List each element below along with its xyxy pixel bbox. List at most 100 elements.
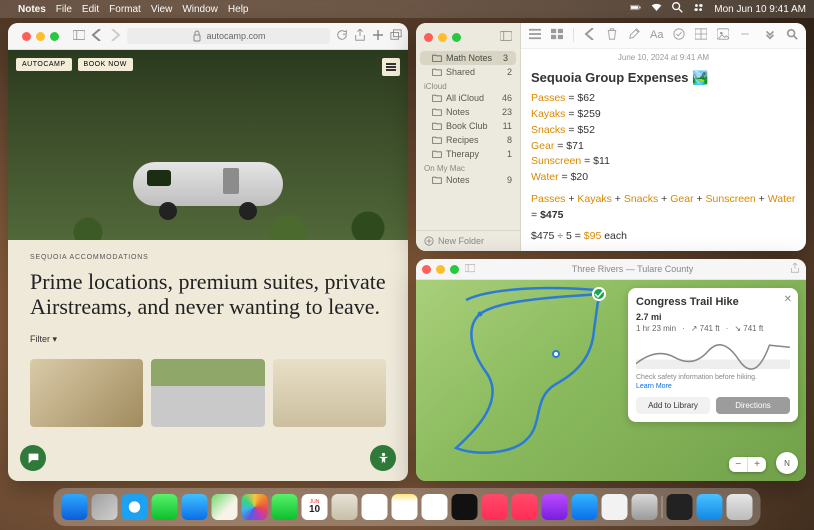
back-icon[interactable] [584, 28, 596, 43]
thumbnail-card[interactable] [151, 359, 264, 427]
menu-window[interactable]: Window [182, 4, 218, 15]
dock-podcasts-icon[interactable] [542, 494, 568, 520]
sidebar-toggle-icon[interactable] [73, 29, 85, 44]
dock-iphone-mirror-icon[interactable] [667, 494, 693, 520]
sidebar-folder[interactable]: All iCloud46 [416, 91, 520, 105]
zoom-in-button[interactable]: + [748, 457, 766, 472]
zoom-out-button[interactable]: − [729, 457, 748, 472]
sidebar-folder[interactable]: Book Club11 [416, 119, 520, 133]
close-button[interactable] [424, 33, 433, 42]
filter-button[interactable]: Filter ▾ [30, 334, 386, 345]
sidebar-folder[interactable]: Recipes8 [416, 133, 520, 147]
dock-reminders-icon[interactable] [362, 494, 388, 520]
hamburger-menu-button[interactable] [382, 58, 400, 76]
dock-trash-icon[interactable] [727, 494, 753, 520]
dock-finder-icon[interactable] [62, 494, 88, 520]
forward-icon[interactable] [109, 29, 121, 44]
new-folder-label: New Folder [438, 236, 484, 246]
accommodation-thumbnails [8, 353, 408, 441]
dock-photos-icon[interactable] [242, 494, 268, 520]
minimize-button[interactable] [36, 32, 45, 41]
table-icon[interactable] [695, 28, 707, 43]
dock-maps-icon[interactable] [212, 494, 238, 520]
thumbnail-card[interactable] [30, 359, 143, 427]
compose-icon[interactable] [628, 28, 640, 43]
dock-mail-icon[interactable] [182, 494, 208, 520]
zoom-button[interactable] [50, 32, 59, 41]
maps-share-icon[interactable] [790, 263, 800, 275]
reload-icon[interactable] [336, 29, 348, 44]
close-button[interactable] [22, 32, 31, 41]
link-icon[interactable] [739, 28, 751, 43]
chat-fab[interactable] [20, 445, 46, 471]
control-center-icon[interactable] [693, 2, 704, 16]
dock-facetime-icon[interactable] [272, 494, 298, 520]
directions-button[interactable]: Directions [716, 397, 790, 414]
trail-info-card: ✕ Congress Trail Hike 2.7 mi 1 hr 23 min… [628, 288, 798, 422]
sidebar-group-label: On My Mac [416, 161, 520, 173]
learn-more-link[interactable]: Learn More [636, 383, 672, 390]
menubar-clock[interactable]: Mon Jun 10 9:41 AM [714, 4, 806, 15]
sidebar-toggle-icon[interactable] [465, 263, 475, 275]
close-icon[interactable]: ✕ [784, 294, 792, 305]
sidebar-folder[interactable]: Shared2 [416, 65, 520, 79]
add-to-library-button[interactable]: Add to Library [636, 397, 710, 414]
sidebar-folder[interactable]: Therapy1 [416, 147, 520, 161]
dock-safari-icon[interactable] [122, 494, 148, 520]
gallery-view-icon[interactable] [551, 28, 563, 43]
menubar-app[interactable]: Notes [18, 4, 46, 15]
map-canvas[interactable]: ✕ Congress Trail Hike 2.7 mi 1 hr 23 min… [416, 280, 806, 481]
dock-notes-icon[interactable] [392, 494, 418, 520]
share-icon[interactable] [354, 29, 366, 44]
dock-contacts-icon[interactable] [332, 494, 358, 520]
sidebar-toggle-icon[interactable] [500, 30, 512, 44]
wifi-icon[interactable] [651, 2, 662, 16]
sidebar-folder[interactable]: Math Notes3 [420, 51, 516, 65]
dock-calendar-icon[interactable]: JUN10 [302, 494, 328, 520]
media-icon[interactable] [717, 28, 729, 43]
address-bar[interactable]: autocamp.com [127, 28, 330, 44]
zoom-button[interactable] [452, 33, 461, 42]
dock-downloads-icon[interactable] [697, 494, 723, 520]
menu-help[interactable]: Help [228, 4, 249, 15]
tabs-icon[interactable] [390, 29, 402, 44]
sidebar-folder[interactable]: Notes9 [416, 173, 520, 187]
dock-settings-icon[interactable] [632, 494, 658, 520]
close-button[interactable] [422, 265, 431, 274]
checklist-icon[interactable] [673, 28, 685, 43]
new-tab-icon[interactable] [372, 29, 384, 44]
note-body[interactable]: Sequoia Group Expenses 🏞️ Passes = $62Ka… [521, 66, 806, 251]
map-zoom-control[interactable]: −+ [729, 457, 766, 472]
menu-edit[interactable]: Edit [82, 4, 99, 15]
dock-news-icon[interactable] [512, 494, 538, 520]
search-icon[interactable] [672, 2, 683, 16]
dock-music-icon[interactable] [482, 494, 508, 520]
sidebar-folder[interactable]: Notes23 [416, 105, 520, 119]
zoom-button[interactable] [450, 265, 459, 274]
book-now-button[interactable]: BOOK NOW [78, 58, 133, 71]
menu-file[interactable]: File [56, 4, 72, 15]
battery-icon[interactable] [630, 2, 641, 16]
minimize-button[interactable] [436, 265, 445, 274]
minimize-button[interactable] [438, 33, 447, 42]
dock-freeform-icon[interactable] [422, 494, 448, 520]
new-folder-button[interactable]: New Folder [416, 230, 520, 251]
desktop: Notes File Edit Format View Window Help … [0, 0, 814, 530]
trash-icon[interactable] [606, 28, 618, 43]
dock-appstore-icon[interactable] [572, 494, 598, 520]
compass-control[interactable]: N [776, 452, 798, 474]
menu-view[interactable]: View [151, 4, 173, 15]
dock-messages-icon[interactable] [152, 494, 178, 520]
search-icon[interactable] [786, 28, 798, 43]
menu-format[interactable]: Format [109, 4, 141, 15]
brand-logo[interactable]: AUTOCAMP [16, 58, 72, 71]
dock-passwords-icon[interactable] [602, 494, 628, 520]
dock-launchpad-icon[interactable] [92, 494, 118, 520]
accessibility-fab[interactable] [370, 445, 396, 471]
list-view-icon[interactable] [529, 28, 541, 43]
dock-tv-icon[interactable] [452, 494, 478, 520]
more-icon[interactable] [764, 28, 776, 43]
format-icon[interactable]: Aa [650, 29, 663, 41]
thumbnail-card[interactable] [273, 359, 386, 427]
back-icon[interactable] [91, 29, 103, 44]
